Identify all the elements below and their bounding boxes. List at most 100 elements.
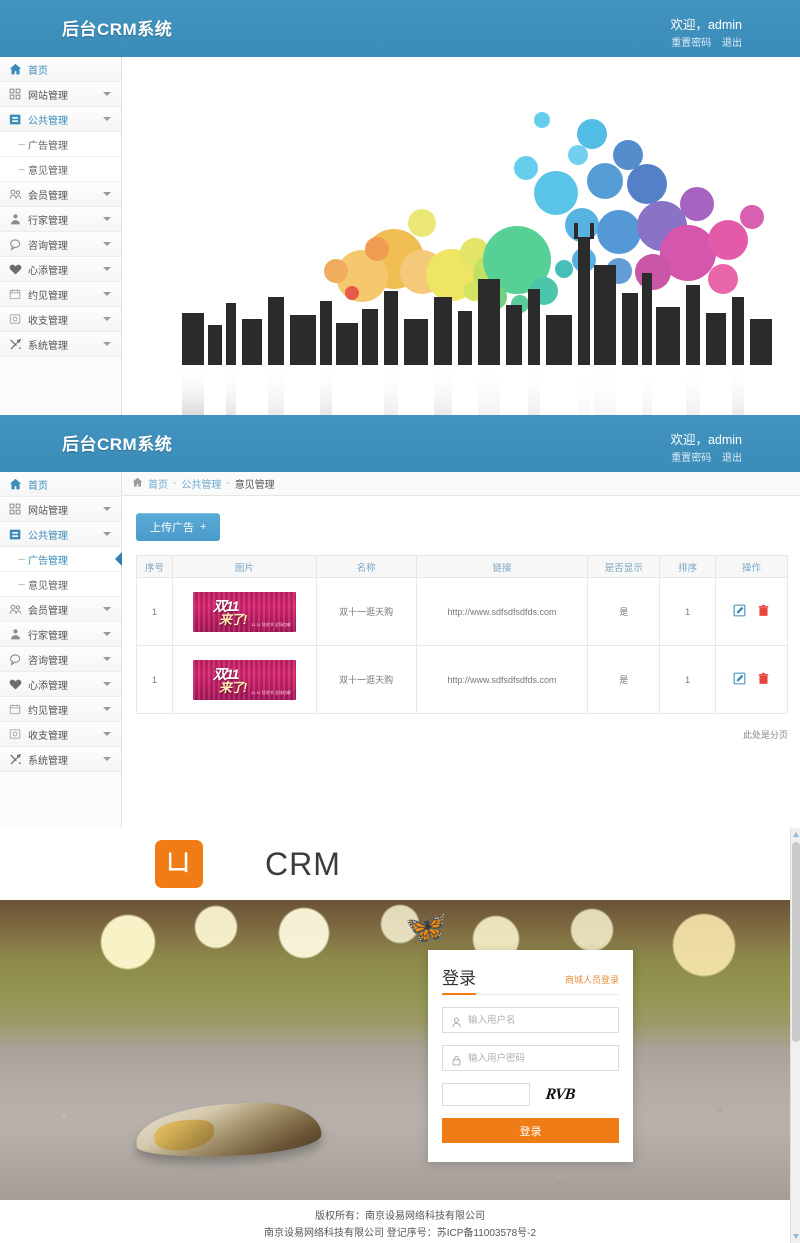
sidebar-item-label: 网站管理 (28, 505, 68, 517)
sidebar-item-system[interactable]: 系统管理 (0, 332, 121, 357)
sidebar-item-label: 系统管理 (28, 755, 68, 767)
scroll-down-icon[interactable] (793, 1234, 799, 1239)
chevron-down-icon (103, 292, 111, 296)
footer-line-1: 版权所有：南京设易网络科技有限公司 (315, 1211, 485, 1222)
top-header-bar: 后台CRM系统 欢迎，admin 重置密码 退出 (0, 0, 800, 57)
chat-icon (8, 652, 22, 666)
breadcrumb-home[interactable]: 首页 (148, 476, 168, 491)
scrollbar-thumb[interactable] (792, 842, 800, 1042)
sidebar-item-home[interactable]: 首页 (0, 57, 121, 82)
breadcrumb-parent[interactable]: 公共管理 (181, 476, 221, 491)
breadcrumb: 首页 - 公共管理 - 意见管理 (122, 472, 800, 496)
sidebar-item-system[interactable]: 系统管理 (0, 747, 121, 772)
sidebar-item-public[interactable]: 公共管理 (0, 107, 121, 132)
cell-name: 双十一逛天购 (315, 577, 417, 646)
sidebar-item-consult[interactable]: 咨询管理 (0, 647, 121, 672)
logout-link[interactable]: 退出 (722, 453, 742, 464)
merchant-login-link[interactable]: 商城人员登录 (565, 973, 619, 986)
sidebar-item-finance[interactable]: 收支管理 (0, 307, 121, 332)
sidebar-item-heart[interactable]: 心添管理 (0, 257, 121, 282)
sidebar-item-appointments[interactable]: 约见管理 (0, 282, 121, 307)
sidebar-item-public[interactable]: 公共管理 (0, 522, 121, 547)
chevron-down-icon (103, 507, 111, 511)
app-brand-title-2: 后台CRM系统 (62, 435, 173, 454)
sidebar-item-label: 公共管理 (28, 115, 68, 127)
logout-link[interactable]: 退出 (722, 38, 742, 49)
sidebar-item-appointments[interactable]: 约见管理 (0, 697, 121, 722)
sidebar-subitem-feedback[interactable]: 意见管理 (0, 157, 121, 182)
username-field-wrapper[interactable] (442, 1007, 619, 1033)
captcha-image[interactable]: RVB (536, 1083, 584, 1106)
sidebar-item-label: 首页 (28, 65, 48, 77)
money-icon (8, 312, 22, 326)
sidebar-item-experts[interactable]: 行家管理 (0, 622, 121, 647)
users-icon (8, 187, 22, 201)
cell-image: 双11 来了! 11.11 狂欢节 全场包邮 (171, 645, 317, 714)
sidebar-subitem-label: 意见管理 (28, 165, 68, 177)
chevron-down-icon (103, 92, 111, 96)
sidebar-item-label: 咨询管理 (28, 240, 68, 252)
sidebar-nav-1: 首页 网站管理 公共管理 广告管理 意见管理 会员管理 行家管理 咨询管理 心添… (0, 57, 122, 415)
ad-thumbnail[interactable]: 双11 来了! 11.11 狂欢节 全场包邮 (192, 591, 296, 632)
chevron-down-icon (103, 707, 111, 711)
page-scrollbar[interactable] (790, 828, 800, 1243)
password-input[interactable] (468, 1052, 610, 1064)
sidebar-item-label: 心添管理 (28, 265, 68, 277)
sidebar-item-members[interactable]: 会员管理 (0, 182, 121, 207)
cell-link[interactable]: http://www.sdfsdfsdfds.com (415, 645, 589, 714)
sidebar-item-members[interactable]: 会员管理 (0, 597, 121, 622)
upload-ad-label: 上传广告 (150, 522, 194, 534)
butterfly-icon: 🦋 (405, 908, 448, 946)
calendar-icon (8, 702, 22, 716)
chevron-down-icon (103, 217, 111, 221)
welcome-text-2: 欢迎，admin (670, 433, 742, 447)
sidebar-subitem-ads[interactable]: 广告管理 (0, 547, 122, 572)
upload-ad-button[interactable]: 上传广告 + (136, 513, 221, 541)
ad-thumbnail[interactable]: 双11 来了! 11.11 狂欢节 全场包邮 (192, 659, 296, 700)
sidebar-item-site[interactable]: 网站管理 (0, 497, 121, 522)
password-field-wrapper[interactable] (442, 1045, 619, 1071)
sidebar-item-label: 约见管理 (28, 290, 68, 302)
edit-icon[interactable] (733, 672, 746, 687)
chevron-down-icon (103, 632, 111, 636)
cell-link[interactable]: http://www.sdfsdfsdfds.com (415, 577, 589, 646)
scroll-up-icon[interactable] (793, 832, 799, 837)
ad-thumb-text-3: 11.11 狂欢节 全场包邮 (251, 689, 291, 695)
folder-icon (8, 527, 22, 541)
grid-icon (8, 87, 22, 101)
sidebar-item-label: 网站管理 (28, 90, 68, 102)
edit-icon[interactable] (733, 604, 746, 619)
sidebar-subitem-feedback[interactable]: 意见管理 (0, 572, 121, 597)
expert-icon (8, 627, 22, 641)
login-background-texture (0, 900, 800, 1200)
chevron-down-icon (103, 117, 111, 121)
sidebar-item-experts[interactable]: 行家管理 (0, 207, 121, 232)
captcha-input[interactable] (442, 1083, 530, 1106)
screen-dashboard: 后台CRM系统 欢迎，admin 重置密码 退出 首页 网站管理 公共管理 广告… (0, 0, 800, 415)
trash-icon[interactable] (757, 672, 770, 687)
ad-thumb-text-2: 来了! (218, 611, 247, 627)
sidebar-subitem-ads[interactable]: 广告管理 (0, 132, 121, 157)
pagination-placeholder[interactable]: 此处是分页 (136, 728, 788, 741)
expert-icon (8, 212, 22, 226)
sidebar-item-home[interactable]: 首页 (0, 472, 121, 497)
th-actions: 操作 (715, 555, 788, 578)
table-row: 1 双11 来了! 11.11 狂欢节 全场包邮 双十一逛天购 http://w… (136, 577, 788, 646)
trash-icon[interactable] (757, 604, 770, 619)
sidebar-item-label: 首页 (28, 480, 48, 492)
username-input[interactable] (468, 1014, 610, 1026)
reset-password-link[interactable]: 重置密码 (671, 38, 711, 49)
dashboard-banner (122, 57, 800, 415)
reset-password-link[interactable]: 重置密码 (671, 453, 711, 464)
sidebar-item-consult[interactable]: 咨询管理 (0, 232, 121, 257)
ad-thumb-text-2: 来了! (218, 679, 247, 695)
breadcrumb-separator: - (226, 478, 230, 489)
cell-index: 1 (136, 577, 173, 646)
sidebar-item-finance[interactable]: 收支管理 (0, 722, 121, 747)
sidebar-item-site[interactable]: 网站管理 (0, 82, 121, 107)
sidebar-item-heart[interactable]: 心添管理 (0, 672, 121, 697)
cell-sort: 1 (659, 645, 717, 714)
login-submit-button[interactable]: 登录 (442, 1118, 619, 1143)
sidebar-nav-2: 首页 网站管理 公共管理 广告管理 意见管理 会员管理 行家管理 咨询管理 心添… (0, 472, 122, 828)
sidebar-item-label: 会员管理 (28, 605, 68, 617)
